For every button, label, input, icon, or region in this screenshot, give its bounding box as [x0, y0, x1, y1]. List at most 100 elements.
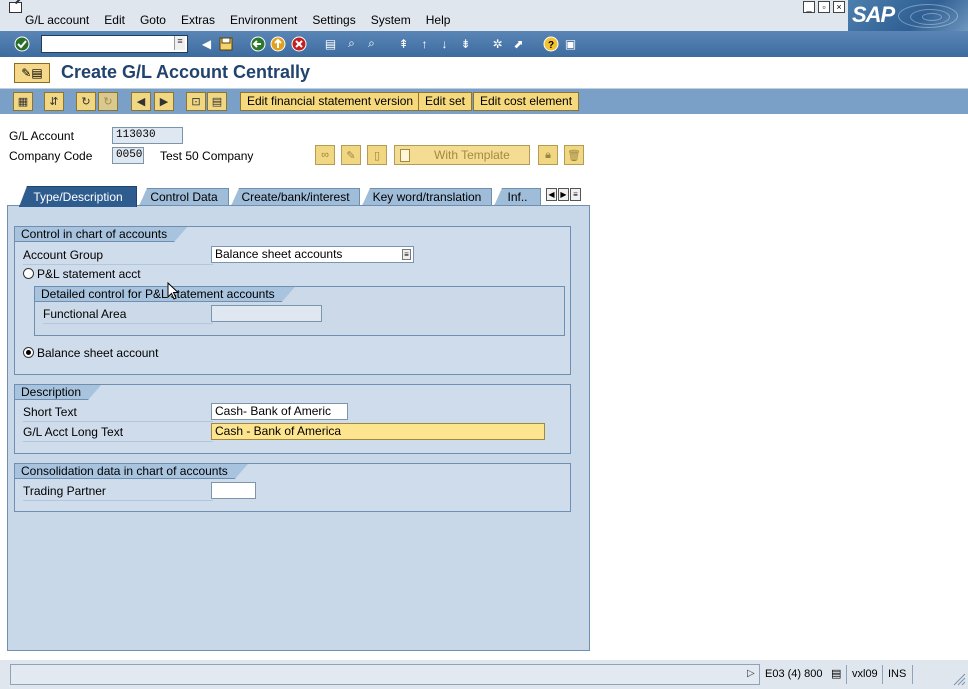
maximize-icon[interactable]: ▫ [818, 1, 830, 13]
close-icon[interactable]: × [833, 1, 845, 13]
tab-create-bank-interest[interactable]: Create/bank/interest [231, 188, 360, 206]
with-template-button[interactable]: With Template [394, 145, 530, 165]
account-group-label: Account Group [23, 248, 104, 262]
where-used-icon[interactable]: ⊡ [186, 92, 206, 111]
first-page-icon[interactable]: ⇞ [395, 35, 412, 52]
sap-logo-text: SAP [852, 2, 895, 27]
minimize-icon[interactable]: _ [803, 1, 815, 13]
help-icon[interactable]: ? [542, 35, 559, 52]
menu-system[interactable]: System [371, 13, 411, 27]
account-group-value: Balance sheet accounts [215, 247, 343, 261]
menu-extras[interactable]: Extras [181, 13, 215, 27]
tab-strip: Type/Description Control Data Create/ban… [19, 186, 591, 207]
next-page-icon[interactable]: ↓ [436, 35, 453, 52]
previous-icon[interactable]: ◀ [131, 92, 151, 111]
long-text-label: G/L Acct Long Text [23, 425, 124, 439]
other-account-icon[interactable]: ▦ [13, 92, 33, 111]
tab-scroll-right-icon[interactable]: ▶ [558, 188, 569, 201]
menu-help[interactable]: Help [426, 13, 451, 27]
status-message [10, 664, 760, 685]
pl-statement-radio[interactable] [23, 268, 34, 279]
resize-grip-icon[interactable] [952, 668, 966, 686]
command-field[interactable] [41, 35, 188, 53]
edit-set-button[interactable]: Edit set [418, 92, 473, 111]
balance-sheet-radio[interactable] [23, 347, 34, 358]
status-server: vxl09 [852, 668, 878, 680]
save-icon[interactable] [217, 35, 234, 52]
status-mode: INS [888, 668, 907, 680]
tab-scroll-controls: ◀ ▶ ≡ [546, 188, 581, 201]
exit-icon[interactable] [269, 35, 286, 52]
menu-edit[interactable]: Edit [104, 13, 125, 27]
trading-partner-label: Trading Partner [23, 484, 106, 498]
find-icon[interactable]: ⌕ [343, 35, 360, 52]
last-page-icon[interactable]: ⇟ [457, 35, 474, 52]
tab-information[interactable]: Inf.. [494, 188, 541, 206]
long-text-field[interactable]: Cash - Bank of America [211, 423, 545, 440]
command-field-toggle-icon[interactable]: ◀ [198, 35, 215, 52]
short-text-label: Short Text [23, 405, 77, 419]
cancel-icon[interactable] [290, 35, 307, 52]
edit-financial-statement-version-button[interactable]: Edit financial statement version [240, 92, 421, 111]
description-group-title: Description [14, 384, 102, 400]
enter-icon[interactable] [13, 35, 30, 52]
reset-icon[interactable]: ↻ [98, 92, 118, 111]
company-name: Test 50 Company [160, 149, 254, 163]
lock-icon[interactable]: 🔒︎ [538, 145, 558, 165]
find-next-icon[interactable]: ⌕ [363, 35, 380, 52]
status-list-icon[interactable]: ▤ [828, 665, 844, 684]
tab-scroll-left-icon[interactable]: ◀ [546, 188, 557, 201]
standard-toolbar: ≡ ◀ ▤ ⌕ ⌕ ⇞ ↑ ↓ ⇟ ✲ ⬈ ? ▣ [0, 31, 968, 57]
pl-statement-label: P&L statement acct [37, 267, 141, 281]
page-title: Create G/L Account Centrally [61, 62, 311, 82]
status-expand-icon[interactable]: ▷ [747, 668, 755, 679]
previous-page-icon[interactable]: ↑ [416, 35, 433, 52]
notes-icon[interactable]: ▤ [207, 92, 227, 111]
functional-area-field[interactable] [211, 305, 322, 322]
gl-account-label: G/L Account [9, 129, 74, 143]
dropdown-icon[interactable]: ≡ [402, 249, 411, 260]
functional-area-label: Functional Area [43, 307, 127, 321]
menu-items: G/L account Edit Goto Extras Environment… [25, 13, 465, 27]
menu-gl-account[interactable]: G/L account [25, 13, 89, 27]
command-history-icon[interactable]: ≡ [174, 36, 185, 50]
control-group: Control in chart of accounts Account Gro… [14, 226, 571, 375]
print-icon[interactable]: ▤ [322, 35, 339, 52]
tab-list-icon[interactable]: ≡ [570, 188, 581, 201]
consolidation-group-title: Consolidation data in chart of accounts [14, 463, 249, 479]
trash-icon[interactable]: 🗑︎ [564, 145, 584, 165]
company-code-label: Company Code [9, 149, 93, 163]
title-bar: ✎▤ Create G/L Account Centrally [0, 57, 968, 89]
tab-panel: Control in chart of accounts Account Gro… [7, 205, 590, 651]
transaction-icon: ✎▤ [14, 63, 50, 83]
next-icon[interactable]: ▶ [154, 92, 174, 111]
company-code-field[interactable]: 0050 [112, 147, 144, 164]
back-icon[interactable] [249, 35, 266, 52]
pencil-icon[interactable]: ✎ [341, 145, 361, 165]
system-menu-icon[interactable] [9, 2, 22, 13]
mouse-cursor-icon [167, 282, 179, 300]
create-session-icon[interactable]: ✲ [489, 35, 506, 52]
create-document-icon[interactable]: ▯ [367, 145, 387, 165]
account-group-select[interactable]: Balance sheet accounts ≡ [211, 246, 414, 263]
glasses-icon[interactable]: ∞ [315, 145, 335, 165]
menu-settings[interactable]: Settings [312, 13, 355, 27]
check-icon[interactable]: ↻ [76, 92, 96, 111]
create-shortcut-icon[interactable]: ⬈ [510, 35, 527, 52]
tab-type-description[interactable]: Type/Description [19, 186, 137, 207]
control-group-title: Control in chart of accounts [14, 226, 188, 242]
change-display-icon[interactable]: ⇵ [44, 92, 64, 111]
menu-bar: G/L account Edit Goto Extras Environment… [0, 0, 968, 31]
edit-cost-element-button[interactable]: Edit cost element [473, 92, 580, 111]
status-bar: ▷ E03 (4) 800 ▤ vxl09 INS [0, 660, 968, 689]
description-group: Description Short Text Cash- Bank of Ame… [14, 384, 571, 454]
short-text-field[interactable]: Cash- Bank of Americ [211, 403, 348, 420]
window-controls: _ ▫ × [803, 1, 845, 13]
gl-account-field[interactable]: 113030 [112, 127, 183, 144]
trading-partner-field[interactable] [211, 482, 256, 499]
layout-menu-icon[interactable]: ▣ [562, 35, 579, 52]
tab-key-word-translation[interactable]: Key word/translation [362, 188, 492, 206]
tab-control-data[interactable]: Control Data [139, 188, 229, 206]
menu-environment[interactable]: Environment [230, 13, 297, 27]
menu-goto[interactable]: Goto [140, 13, 166, 27]
